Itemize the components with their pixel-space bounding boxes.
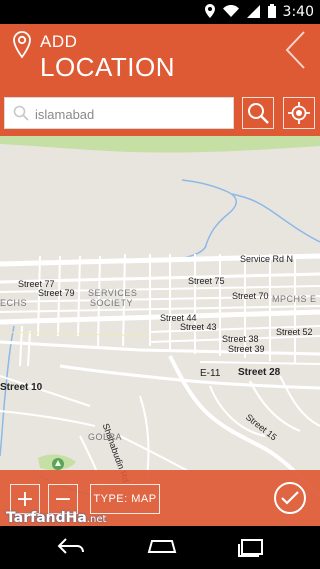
map-label: Service Rd N [240,254,294,264]
map-label: Street 10 [0,382,43,393]
map-label: GOLRA [88,432,123,442]
my-location-button[interactable] [283,97,315,129]
watermark: TarfandHa.net [6,510,106,526]
map-label: Street 75 [188,276,225,286]
page-title: LOCATION [40,52,175,82]
map-label: Street 70 [232,291,269,301]
map-label: Street 38 [222,334,259,344]
map-label: MPCHS E [272,294,317,304]
map-label: SERVICES [88,288,138,298]
search-button[interactable] [242,97,274,129]
search-field[interactable] [4,97,234,129]
park-icon [52,458,64,470]
map-label: Street 28 [238,367,281,378]
map-canvas [0,136,320,499]
search-bar [0,92,320,136]
map-label: Street 43 [180,322,217,332]
app-header: ADD LOCATION [0,24,320,92]
search-icon [248,103,269,124]
status-bar: 3:40 [0,0,320,24]
map-label: ECHS [0,298,28,308]
search-input[interactable] [35,104,225,124]
recents-nav-icon[interactable] [236,536,266,558]
home-nav-icon[interactable] [146,536,178,558]
chevron-left-icon[interactable] [284,30,306,70]
check-icon [281,491,299,505]
map-label: SOCIETY [90,298,134,308]
signal-icon [247,4,260,18]
location-status-icon [205,4,215,18]
map-label: Street 79 [38,288,75,298]
watermark-brand: TarfandHa [6,510,87,526]
battery-icon [268,4,276,18]
header-title-small: ADD [40,32,78,51]
map-view[interactable]: Service Rd N Street 77 Street 79 ECHS SE… [0,136,320,526]
watermark-suffix: .net [86,514,107,525]
map-label: Street 52 [276,327,313,337]
status-time: 3:40 [282,4,314,20]
location-pin-icon [13,31,31,59]
back-nav-icon[interactable] [56,536,86,558]
system-nav-bar [0,526,320,569]
map-label: Street 39 [228,344,265,354]
wifi-icon [223,5,239,17]
search-icon [13,105,29,121]
confirm-button[interactable] [274,482,306,514]
status-icons [205,4,276,18]
my-location-icon [288,102,310,124]
map-label: E-11 [200,368,221,379]
